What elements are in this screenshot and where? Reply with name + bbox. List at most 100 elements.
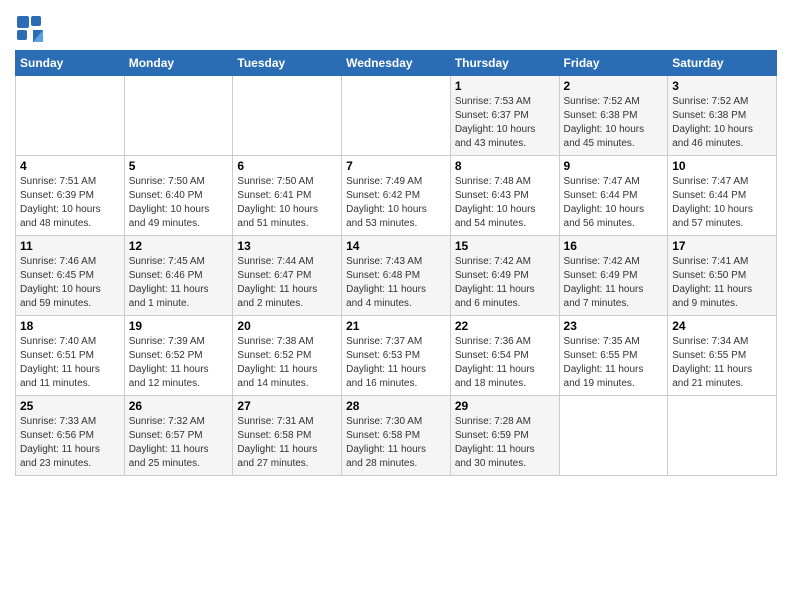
day-info: Sunrise: 7:46 AMSunset: 6:45 PMDaylight:… [20, 255, 120, 311]
weekday-header: Wednesday [342, 51, 451, 76]
day-number: 17 [672, 239, 772, 253]
day-info: Sunrise: 7:50 AMSunset: 6:41 PMDaylight:… [237, 175, 337, 231]
weekday-row: SundayMondayTuesdayWednesdayThursdayFrid… [16, 51, 777, 76]
calendar-cell [342, 76, 451, 156]
calendar-cell: 4Sunrise: 7:51 AMSunset: 6:39 PMDaylight… [16, 156, 125, 236]
weekday-header: Friday [559, 51, 668, 76]
day-info: Sunrise: 7:36 AMSunset: 6:54 PMDaylight:… [455, 335, 555, 391]
day-info: Sunrise: 7:40 AMSunset: 6:51 PMDaylight:… [20, 335, 120, 391]
day-number: 18 [20, 319, 120, 333]
weekday-header: Tuesday [233, 51, 342, 76]
calendar-cell: 6 Sunrise: 7:50 AMSunset: 6:41 PMDaylight… [233, 156, 342, 236]
calendar-cell: 25 Sunrise: 7:33 AMSunset: 6:56 PMDayligh… [16, 396, 125, 476]
day-info: Sunrise: 7:41 AMSunset: 6:50 PMDaylight:… [672, 255, 772, 311]
day-number: 21 [346, 319, 446, 333]
day-info: Sunrise: 7:28 AMSunset: 6:59 PMDaylight:… [455, 415, 555, 471]
day-number: 11 [20, 239, 120, 253]
calendar-cell: 14Sunrise: 7:43 AMSunset: 6:48 PMDayligh… [342, 236, 451, 316]
calendar-cell: 23 Sunrise: 7:35 AMSunset: 6:55 PMDayligh… [559, 316, 668, 396]
calendar-week-row: 1Sunrise: 7:53 AMSunset: 6:37 PMDaylight… [16, 76, 777, 156]
calendar-cell: 22 Sunrise: 7:36 AMSunset: 6:54 PMDayligh… [450, 316, 559, 396]
weekday-header: Thursday [450, 51, 559, 76]
day-info: Sunrise: 7:42 AMSunset: 6:49 PMDaylight:… [455, 255, 555, 311]
weekday-header: Sunday [16, 51, 125, 76]
calendar-cell: 16Sunrise: 7:42 AMSunset: 6:49 PMDayligh… [559, 236, 668, 316]
day-number: 9 [564, 159, 664, 173]
day-number: 13 [237, 239, 337, 253]
day-number: 15 [455, 239, 555, 253]
calendar-cell: 20 Sunrise: 7:38 AMSunset: 6:52 PMDayligh… [233, 316, 342, 396]
calendar-cell: 1Sunrise: 7:53 AMSunset: 6:37 PMDaylight… [450, 76, 559, 156]
calendar-cell: 29Sunrise: 7:28 AMSunset: 6:59 PMDayligh… [450, 396, 559, 476]
day-number: 2 [564, 79, 664, 93]
day-info: Sunrise: 7:47 AMSunset: 6:44 PMDaylight:… [564, 175, 664, 231]
logo-icon [15, 14, 43, 42]
day-info: Sunrise: 7:50 AMSunset: 6:40 PMDaylight:… [129, 175, 229, 231]
calendar-table: SundayMondayTuesdayWednesdayThursdayFrid… [15, 50, 777, 476]
day-number: 5 [129, 159, 229, 173]
day-info: Sunrise: 7:44 AMSunset: 6:47 PMDaylight:… [237, 255, 337, 311]
day-info: Sunrise: 7:48 AMSunset: 6:43 PMDaylight:… [455, 175, 555, 231]
calendar-cell: 15 Sunrise: 7:42 AMSunset: 6:49 PMDayligh… [450, 236, 559, 316]
day-number: 4 [20, 159, 120, 173]
calendar-cell: 3Sunrise: 7:52 AMSunset: 6:38 PMDaylight… [668, 76, 777, 156]
day-number: 25 [20, 399, 120, 413]
day-info: Sunrise: 7:52 AMSunset: 6:38 PMDaylight:… [564, 95, 664, 151]
day-number: 20 [237, 319, 337, 333]
day-number: 10 [672, 159, 772, 173]
calendar-cell [233, 76, 342, 156]
calendar-week-row: 25 Sunrise: 7:33 AMSunset: 6:56 PMDayligh… [16, 396, 777, 476]
day-number: 22 [455, 319, 555, 333]
calendar-cell [668, 396, 777, 476]
calendar-cell: 28Sunrise: 7:30 AMSunset: 6:58 PMDayligh… [342, 396, 451, 476]
day-info: Sunrise: 7:33 AMSunset: 6:56 PMDaylight:… [20, 415, 120, 471]
day-info: Sunrise: 7:38 AMSunset: 6:52 PMDaylight:… [237, 335, 337, 391]
calendar-cell: 12 Sunrise: 7:45 AMSunset: 6:46 PMDayligh… [124, 236, 233, 316]
calendar-cell: 18 Sunrise: 7:40 AMSunset: 6:51 PMDayligh… [16, 316, 125, 396]
calendar-cell: 8Sunrise: 7:48 AMSunset: 6:43 PMDaylight… [450, 156, 559, 236]
calendar-cell: 2 Sunrise: 7:52 AMSunset: 6:38 PMDaylight… [559, 76, 668, 156]
page-header [15, 10, 777, 42]
calendar-cell [124, 76, 233, 156]
calendar-cell: 11 Sunrise: 7:46 AMSunset: 6:45 PMDayligh… [16, 236, 125, 316]
day-number: 3 [672, 79, 772, 93]
day-number: 24 [672, 319, 772, 333]
weekday-header: Monday [124, 51, 233, 76]
calendar-cell: 24 Sunrise: 7:34 AMSunset: 6:55 PMDayligh… [668, 316, 777, 396]
calendar-week-row: 11 Sunrise: 7:46 AMSunset: 6:45 PMDayligh… [16, 236, 777, 316]
calendar-cell: 17 Sunrise: 7:41 AMSunset: 6:50 PMDayligh… [668, 236, 777, 316]
calendar-cell: 19 Sunrise: 7:39 AMSunset: 6:52 PMDayligh… [124, 316, 233, 396]
calendar-cell: 27 Sunrise: 7:31 AMSunset: 6:58 PMDayligh… [233, 396, 342, 476]
calendar-cell: 21 Sunrise: 7:37 AMSunset: 6:53 PMDayligh… [342, 316, 451, 396]
day-number: 16 [564, 239, 664, 253]
day-number: 26 [129, 399, 229, 413]
weekday-header: Saturday [668, 51, 777, 76]
day-info: Sunrise: 7:31 AMSunset: 6:58 PMDaylight:… [237, 415, 337, 471]
calendar-cell [16, 76, 125, 156]
day-number: 23 [564, 319, 664, 333]
day-info: Sunrise: 7:35 AMSunset: 6:55 PMDaylight:… [564, 335, 664, 391]
calendar-cell: 7Sunrise: 7:49 AMSunset: 6:42 PMDaylight… [342, 156, 451, 236]
calendar-week-row: 4Sunrise: 7:51 AMSunset: 6:39 PMDaylight… [16, 156, 777, 236]
calendar-cell: 26 Sunrise: 7:32 AMSunset: 6:57 PMDayligh… [124, 396, 233, 476]
day-info: Sunrise: 7:34 AMSunset: 6:55 PMDaylight:… [672, 335, 772, 391]
day-info: Sunrise: 7:32 AMSunset: 6:57 PMDaylight:… [129, 415, 229, 471]
calendar-week-row: 18 Sunrise: 7:40 AMSunset: 6:51 PMDayligh… [16, 316, 777, 396]
day-number: 12 [129, 239, 229, 253]
day-number: 7 [346, 159, 446, 173]
day-info: Sunrise: 7:43 AMSunset: 6:48 PMDaylight:… [346, 255, 446, 311]
calendar-header: SundayMondayTuesdayWednesdayThursdayFrid… [16, 51, 777, 76]
day-info: Sunrise: 7:39 AMSunset: 6:52 PMDaylight:… [129, 335, 229, 391]
day-info: Sunrise: 7:37 AMSunset: 6:53 PMDaylight:… [346, 335, 446, 391]
day-info: Sunrise: 7:47 AMSunset: 6:44 PMDaylight:… [672, 175, 772, 231]
day-number: 19 [129, 319, 229, 333]
day-number: 27 [237, 399, 337, 413]
day-info: Sunrise: 7:45 AMSunset: 6:46 PMDaylight:… [129, 255, 229, 311]
day-info: Sunrise: 7:30 AMSunset: 6:58 PMDaylight:… [346, 415, 446, 471]
calendar-cell [559, 396, 668, 476]
calendar-cell: 10 Sunrise: 7:47 AMSunset: 6:44 PMDayligh… [668, 156, 777, 236]
calendar-cell: 5 Sunrise: 7:50 AMSunset: 6:40 PMDaylight… [124, 156, 233, 236]
day-number: 6 [237, 159, 337, 173]
calendar-body: 1Sunrise: 7:53 AMSunset: 6:37 PMDaylight… [16, 76, 777, 476]
day-number: 1 [455, 79, 555, 93]
